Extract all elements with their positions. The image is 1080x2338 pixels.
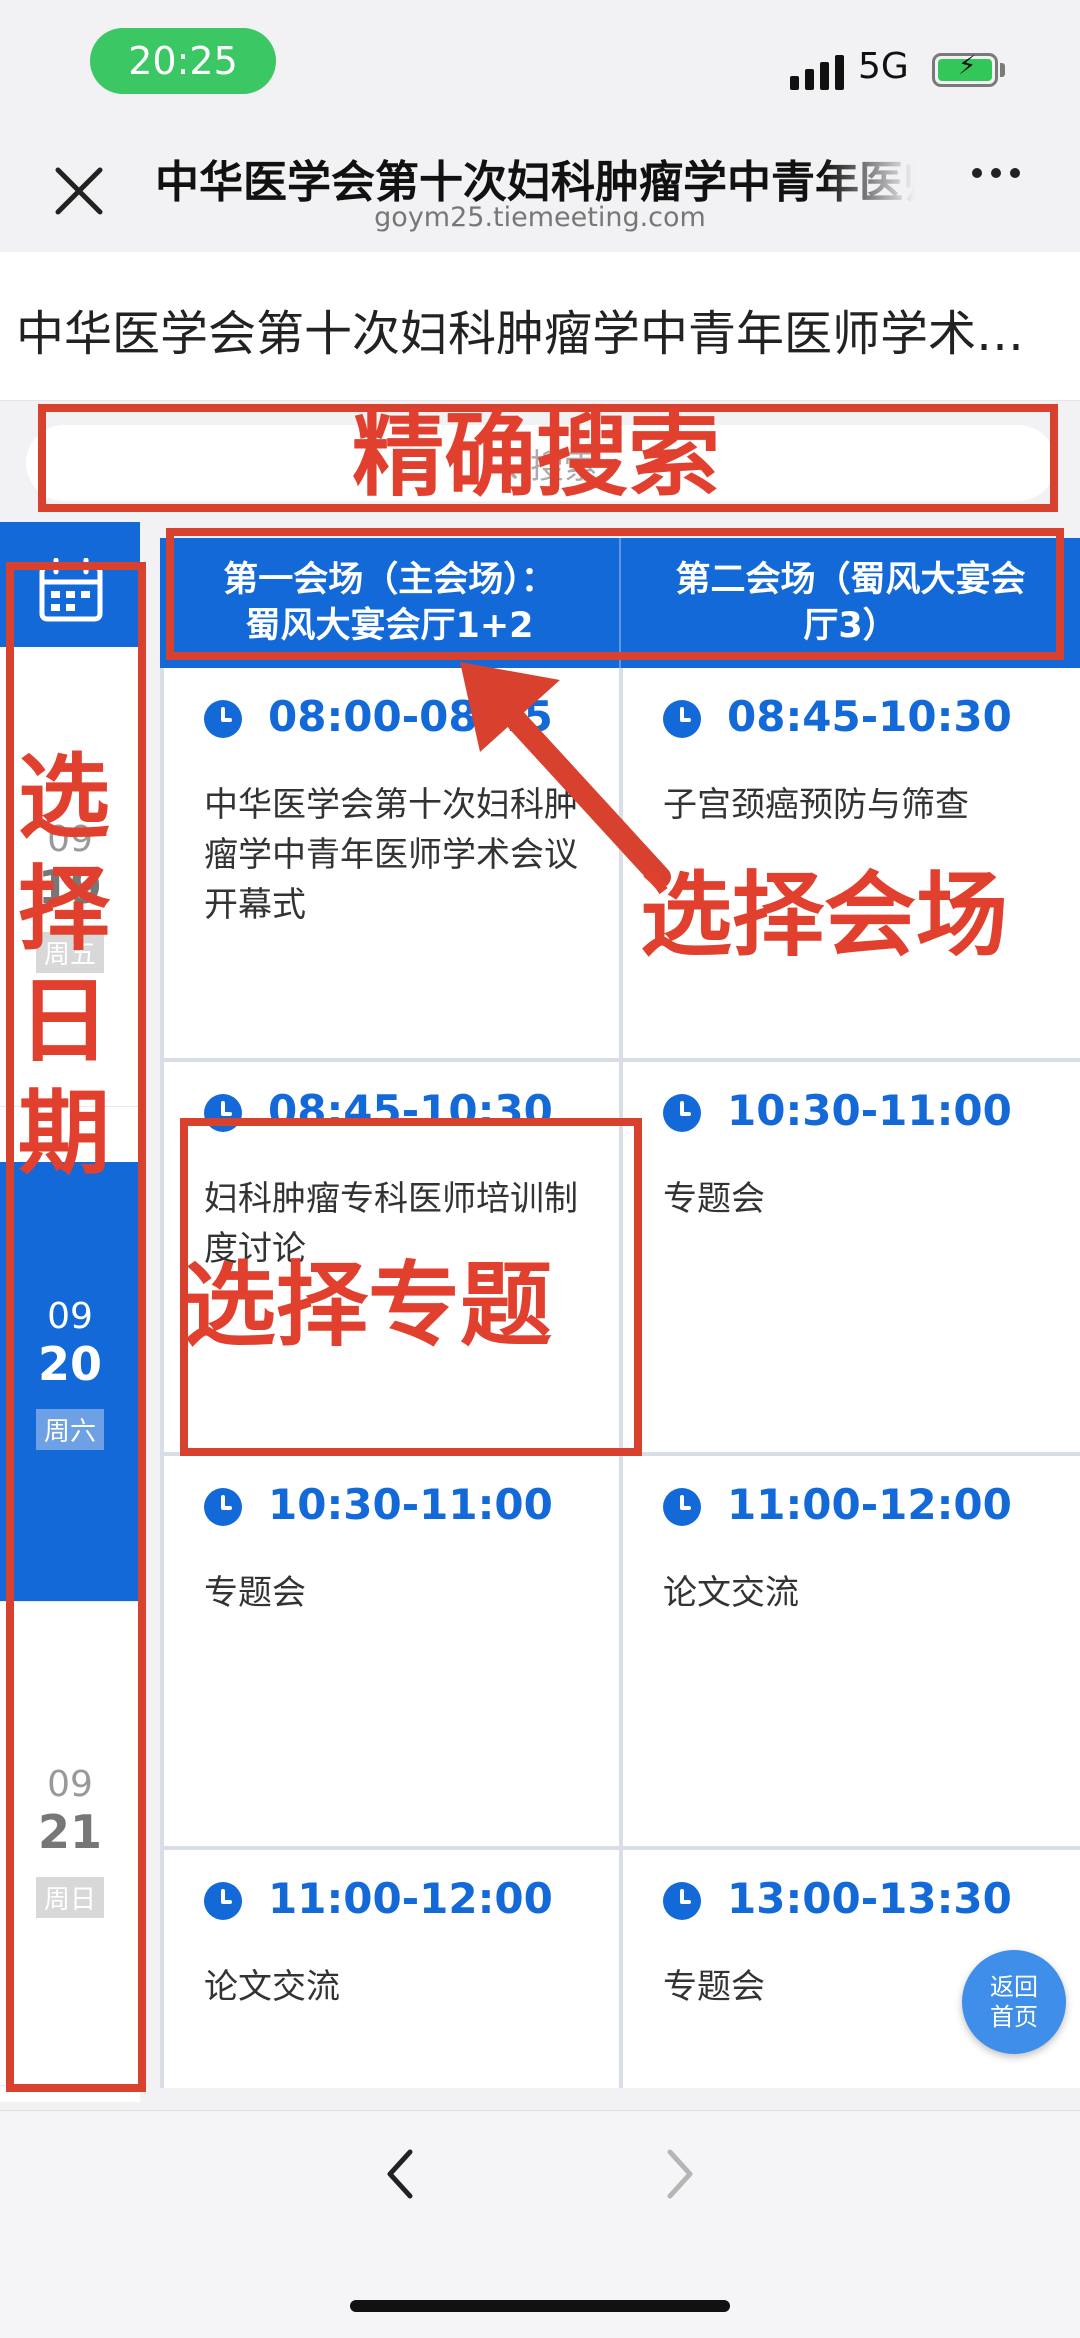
home-button-line: 首页 <box>990 2003 1038 2031</box>
status-time: 20:25 <box>90 28 276 94</box>
clock-icon <box>204 700 242 738</box>
nav-title: 中华医学会第十次妇科肿瘤学中青年医师学术会议 <box>155 157 915 202</box>
battery-icon: ⚡ <box>932 53 998 87</box>
date-annotation-char: 日 <box>17 968 110 1075</box>
more-icon[interactable] <box>972 168 1020 178</box>
topic-annotation-label: 选择专题 <box>184 1252 553 1359</box>
date-annotation-char: 择 <box>17 856 110 963</box>
session-time: 08:45-10:30 <box>727 692 1012 741</box>
session-time: 11:00-12:00 <box>727 1480 1012 1529</box>
session-desc: 专题会 <box>204 1573 306 1613</box>
clock-icon <box>663 1882 701 1920</box>
network-label: 5G <box>858 46 909 87</box>
session-card[interactable]: 11:00-12:00 论文交流 <box>164 1850 619 2088</box>
date-annotation-char: 期 <box>17 1080 110 1187</box>
clock-icon <box>204 1882 242 1920</box>
session-desc: 专题会 <box>663 1179 765 1219</box>
clock-icon <box>204 1488 242 1526</box>
session-desc: 论文交流 <box>663 1573 799 1613</box>
back-to-home-button[interactable]: 返回 首页 <box>962 1950 1066 2054</box>
session-card[interactable]: 11:00-12:00 论文交流 <box>623 1456 1080 1846</box>
session-time: 10:30-11:00 <box>268 1480 553 1529</box>
session-time: 10:30-11:00 <box>727 1086 1012 1135</box>
venue-annotation-box <box>166 528 1064 660</box>
forward-arrow-icon[interactable] <box>660 2146 700 2202</box>
session-time: 13:00-13:30 <box>727 1874 1012 1923</box>
back-arrow-icon[interactable] <box>380 2146 420 2202</box>
session-desc: 论文交流 <box>204 1967 340 2007</box>
clock-icon <box>663 1094 701 1132</box>
page-title: 中华医学会第十次妇科肿瘤学中青年医师学术会议 <box>16 306 1066 362</box>
search-annotation-label: 精确搜索 <box>352 402 721 509</box>
signal-icon <box>790 50 844 90</box>
session-time: 11:00-12:00 <box>268 1874 553 1923</box>
venue-annotation-label: 选择会场 <box>640 862 1009 969</box>
battery-tip-icon <box>1000 63 1005 77</box>
date-annotation-char: 选 <box>17 744 110 851</box>
home-indicator <box>350 2300 730 2312</box>
arrow-annotation-icon <box>460 662 671 888</box>
nav-domain: goym25.tiemeeting.com <box>374 202 706 233</box>
clock-icon <box>663 1488 701 1526</box>
page-header: 中华医学会第十次妇科肿瘤学中青年医师学术会议 <box>0 252 1080 401</box>
home-button-line: 返回 <box>990 1973 1038 2001</box>
session-card[interactable]: 10:30-11:00 专题会 <box>164 1456 619 1846</box>
session-desc: 子宫颈癌预防与筛查 <box>663 785 969 825</box>
date-annotation-label: 选 择 日 期 <box>14 742 114 1190</box>
session-card[interactable]: 10:30-11:00 专题会 <box>623 1062 1080 1452</box>
